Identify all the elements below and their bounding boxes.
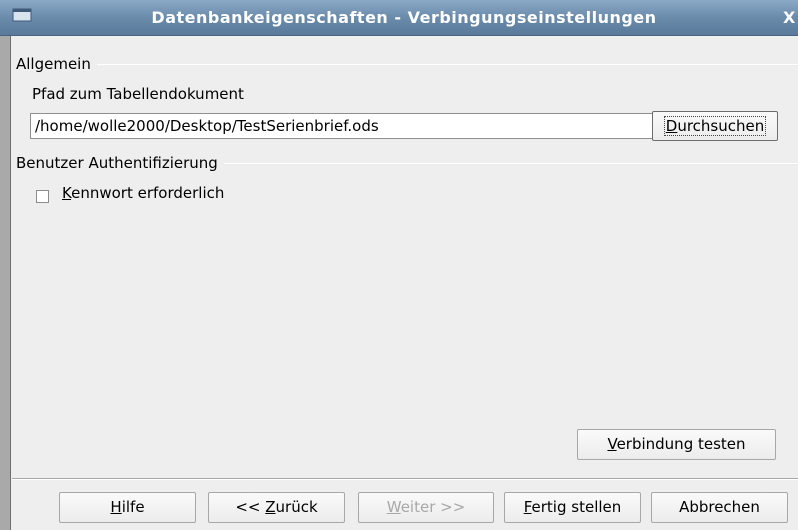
next-button[interactable]: Weiter >> bbox=[358, 492, 494, 523]
back-prefix: << bbox=[235, 498, 266, 516]
password-required-text: ennwort erforderlich bbox=[71, 184, 225, 202]
back-label: urück bbox=[275, 498, 318, 516]
footer-separator bbox=[12, 478, 798, 480]
browse-mnemonic: D bbox=[665, 117, 678, 135]
help-label: ilfe bbox=[121, 498, 145, 516]
path-input[interactable] bbox=[30, 113, 654, 139]
finish-mnemonic: F bbox=[523, 498, 532, 516]
password-required-mnemonic: K bbox=[62, 184, 72, 202]
test-connection-label: erbindung testen bbox=[616, 435, 746, 453]
auth-group-label: Benutzer Authentifizierung bbox=[16, 154, 224, 172]
window-title: Datenbankeigenschaften - Verbingungseins… bbox=[151, 8, 657, 27]
path-label: Pfad zum Tabellendokument bbox=[32, 85, 244, 103]
back-button[interactable]: << Zurück bbox=[208, 492, 345, 523]
password-required-checkbox[interactable] bbox=[36, 190, 49, 203]
test-connection-mnemonic: V bbox=[607, 435, 617, 453]
window-left-border bbox=[0, 0, 11, 530]
general-group-line bbox=[16, 64, 798, 65]
dialog-content: Allgemein Pfad zum Tabellendokument Durc… bbox=[12, 37, 798, 530]
back-mnemonic: Z bbox=[265, 498, 276, 516]
test-connection-button[interactable]: Verbindung testen bbox=[577, 429, 776, 460]
password-required-label[interactable]: Kennwort erforderlich bbox=[62, 184, 224, 202]
cancel-button[interactable]: Abbrechen bbox=[651, 492, 788, 523]
next-label: eiter >> bbox=[400, 498, 466, 516]
titlebar[interactable]: Datenbankeigenschaften - Verbingungseins… bbox=[0, 0, 798, 36]
help-button[interactable]: Hilfe bbox=[59, 492, 196, 523]
browse-label: urchsuchen bbox=[677, 117, 765, 135]
finish-button[interactable]: Fertig stellen bbox=[504, 492, 641, 523]
browse-button[interactable]: Durchsuchen bbox=[652, 111, 778, 141]
help-mnemonic: H bbox=[110, 498, 122, 516]
general-group-label: Allgemein bbox=[16, 55, 97, 73]
window-menu-icon[interactable] bbox=[12, 8, 32, 22]
browse-focus-ring: Durchsuchen bbox=[663, 116, 767, 136]
next-mnemonic: W bbox=[386, 498, 401, 516]
finish-label: ertig stellen bbox=[531, 498, 622, 516]
close-icon[interactable]: X bbox=[783, 9, 795, 27]
dialog-window: Datenbankeigenschaften - Verbingungseins… bbox=[0, 0, 798, 530]
